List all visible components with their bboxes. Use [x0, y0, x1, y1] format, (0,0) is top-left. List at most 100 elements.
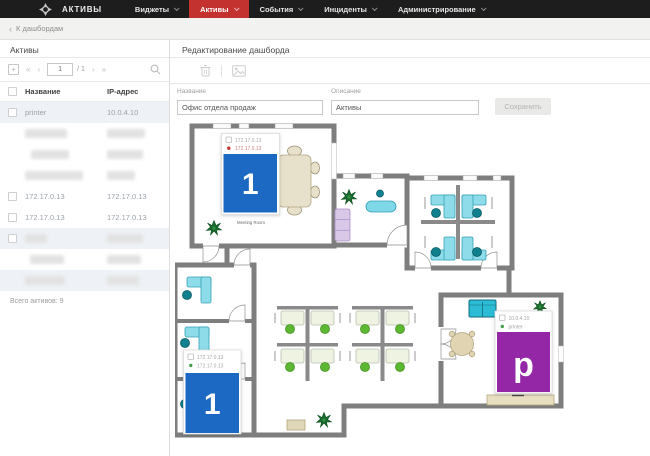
assets-toolbar: + « ‹ / 1 › »	[0, 58, 169, 82]
redacted-cell	[25, 129, 67, 139]
nav-item-incidents[interactable]: Инциденты	[313, 0, 387, 18]
search-icon	[150, 64, 161, 75]
redacted-cell	[107, 171, 135, 181]
toolbar-divider	[221, 64, 222, 77]
status-dot-green	[189, 363, 193, 368]
dashboard-canvas: Meeting Room 172.17.0.13 172.17.0.13 1 1…	[170, 121, 650, 456]
nav-menu: Виджеты Активы События Инциденты Админис…	[124, 0, 496, 18]
assets-total-label: Всего активов: 9	[10, 298, 64, 305]
last-page-button[interactable]: »	[102, 65, 106, 74]
widget-count-value: 1	[242, 168, 259, 201]
asset-name: 172.17.0.13	[25, 192, 65, 201]
assets-table-body: printer 10.0.4.10 172.17.0.13 172.17.0.1…	[0, 102, 169, 291]
name-field-label: Название	[177, 88, 207, 95]
dashboard-description-input[interactable]	[331, 100, 479, 115]
breadcrumb-back-link[interactable]: К дашбордам	[16, 24, 63, 33]
row-checkbox[interactable]	[7, 192, 17, 201]
row-checkbox[interactable]	[7, 213, 17, 222]
table-row[interactable]	[0, 270, 169, 291]
assets-panel-title: Активы	[0, 40, 169, 58]
assets-panel: Активы + « ‹ / 1 › » Название	[0, 40, 170, 456]
widget-asset-ip: 172.17.0.13	[235, 138, 262, 144]
nav-item-label: События	[259, 4, 294, 14]
row-checkbox[interactable]	[7, 108, 17, 117]
editor-title: Редактирование дашборда	[170, 40, 650, 58]
column-header-ip[interactable]: IP-адрес	[107, 87, 169, 96]
nav-item-label: Виджеты	[134, 4, 170, 14]
floorplan-canvas: Meeting Room 172.17.0.13 172.17.0.13 1 1…	[175, 123, 564, 438]
back-chevron-icon: ‹	[9, 23, 12, 34]
table-header: Название IP-адрес	[0, 82, 169, 102]
compass-logo-icon	[39, 2, 52, 16]
chevron-down-icon	[371, 5, 378, 12]
save-button[interactable]: Сохранить	[495, 98, 551, 115]
table-row[interactable]: printer 10.0.4.10	[0, 102, 169, 123]
column-header-name[interactable]: Название	[24, 87, 107, 96]
editor-toolbar	[170, 58, 650, 84]
table-row[interactable]	[0, 123, 169, 144]
trash-icon[interactable]	[200, 64, 211, 77]
asset-name: printer	[25, 108, 47, 117]
redacted-cell	[107, 150, 143, 160]
asset-widget-meeting-room[interactable]: 172.17.0.13 172.17.0.13 1	[221, 133, 280, 215]
widget-asset-ip: 10.0.4.10	[509, 316, 530, 322]
page-total-label: / 1	[77, 66, 85, 73]
nav-item-assets[interactable]: Активы	[189, 0, 249, 18]
redacted-cell	[107, 129, 145, 139]
asset-widget-printer[interactable]: 10.0.4.10 printer p	[494, 310, 553, 394]
widget-asset-name: printer	[509, 324, 524, 330]
chevron-down-icon	[233, 5, 240, 12]
nav-item-administration[interactable]: Администрирование	[387, 0, 496, 18]
status-dot-red	[227, 146, 231, 150]
dashboard-name-input[interactable]	[177, 100, 323, 115]
page-number-input[interactable]	[47, 63, 74, 76]
main-area: Активы + « ‹ / 1 › » Название	[0, 40, 650, 456]
add-widget-button[interactable]: +	[8, 64, 19, 75]
widget-count-value: p	[513, 346, 534, 384]
redacted-cell	[25, 276, 65, 286]
asset-widget-office[interactable]: 172.17.0.13 172.17.0.13 1	[183, 349, 242, 435]
next-page-button[interactable]: ›	[92, 65, 95, 74]
redacted-cell	[25, 171, 83, 181]
asset-ip: 172.17.0.13	[107, 192, 147, 201]
redacted-cell	[107, 276, 139, 286]
table-row[interactable]	[0, 228, 169, 249]
redacted-cell	[107, 255, 141, 265]
asset-ip: 172.17.0.13	[107, 213, 147, 222]
table-row[interactable]	[0, 249, 169, 270]
app-logo[interactable]	[0, 0, 52, 18]
widget-checkbox[interactable]	[187, 353, 194, 360]
image-icon[interactable]	[232, 64, 246, 77]
search-button[interactable]	[150, 64, 161, 75]
widget-asset-ip: 172.17.0.13	[235, 146, 262, 152]
dashboard-editor-panel: Редактирование дашборда Название Офис от…	[170, 40, 650, 456]
widget-checkbox[interactable]	[225, 136, 232, 143]
chevron-down-icon	[173, 5, 180, 12]
row-checkbox[interactable]	[7, 234, 17, 243]
nav-item-widgets[interactable]: Виджеты	[124, 0, 189, 18]
table-row[interactable]	[0, 165, 169, 186]
top-nav: АКТИВЫ Виджеты Активы События Инциденты …	[0, 0, 650, 18]
prev-page-button[interactable]: ‹	[37, 65, 40, 74]
select-all-checkbox[interactable]	[7, 87, 17, 96]
description-field-label: Описание	[331, 88, 361, 95]
nav-item-label: Администрирование	[397, 4, 476, 14]
app-window: АКТИВЫ Виджеты Активы События Инциденты …	[0, 0, 650, 456]
nav-item-label: Инциденты	[324, 4, 367, 14]
widget-checkbox[interactable]	[499, 314, 506, 321]
brand-title: АКТИВЫ	[62, 4, 102, 14]
table-row[interactable]: 172.17.0.13 172.17.0.13	[0, 186, 169, 207]
nav-item-events[interactable]: События	[249, 0, 314, 18]
redacted-cell	[25, 234, 47, 244]
dashboard-form: Название Описание Сохранить	[170, 84, 650, 121]
table-row[interactable]: 172.17.0.13 172.17.0.13	[0, 207, 169, 228]
widget-count-value: 1	[204, 388, 221, 421]
first-page-button[interactable]: «	[26, 65, 30, 74]
table-row[interactable]	[0, 144, 169, 165]
meeting-room-label: Meeting Room	[237, 220, 265, 225]
chevron-down-icon	[480, 5, 487, 12]
nav-item-label: Активы	[200, 4, 229, 14]
breadcrumb-bar: ‹ К дашбордам	[0, 18, 650, 40]
asset-name: 172.17.0.13	[25, 213, 65, 222]
redacted-cell	[31, 150, 69, 160]
